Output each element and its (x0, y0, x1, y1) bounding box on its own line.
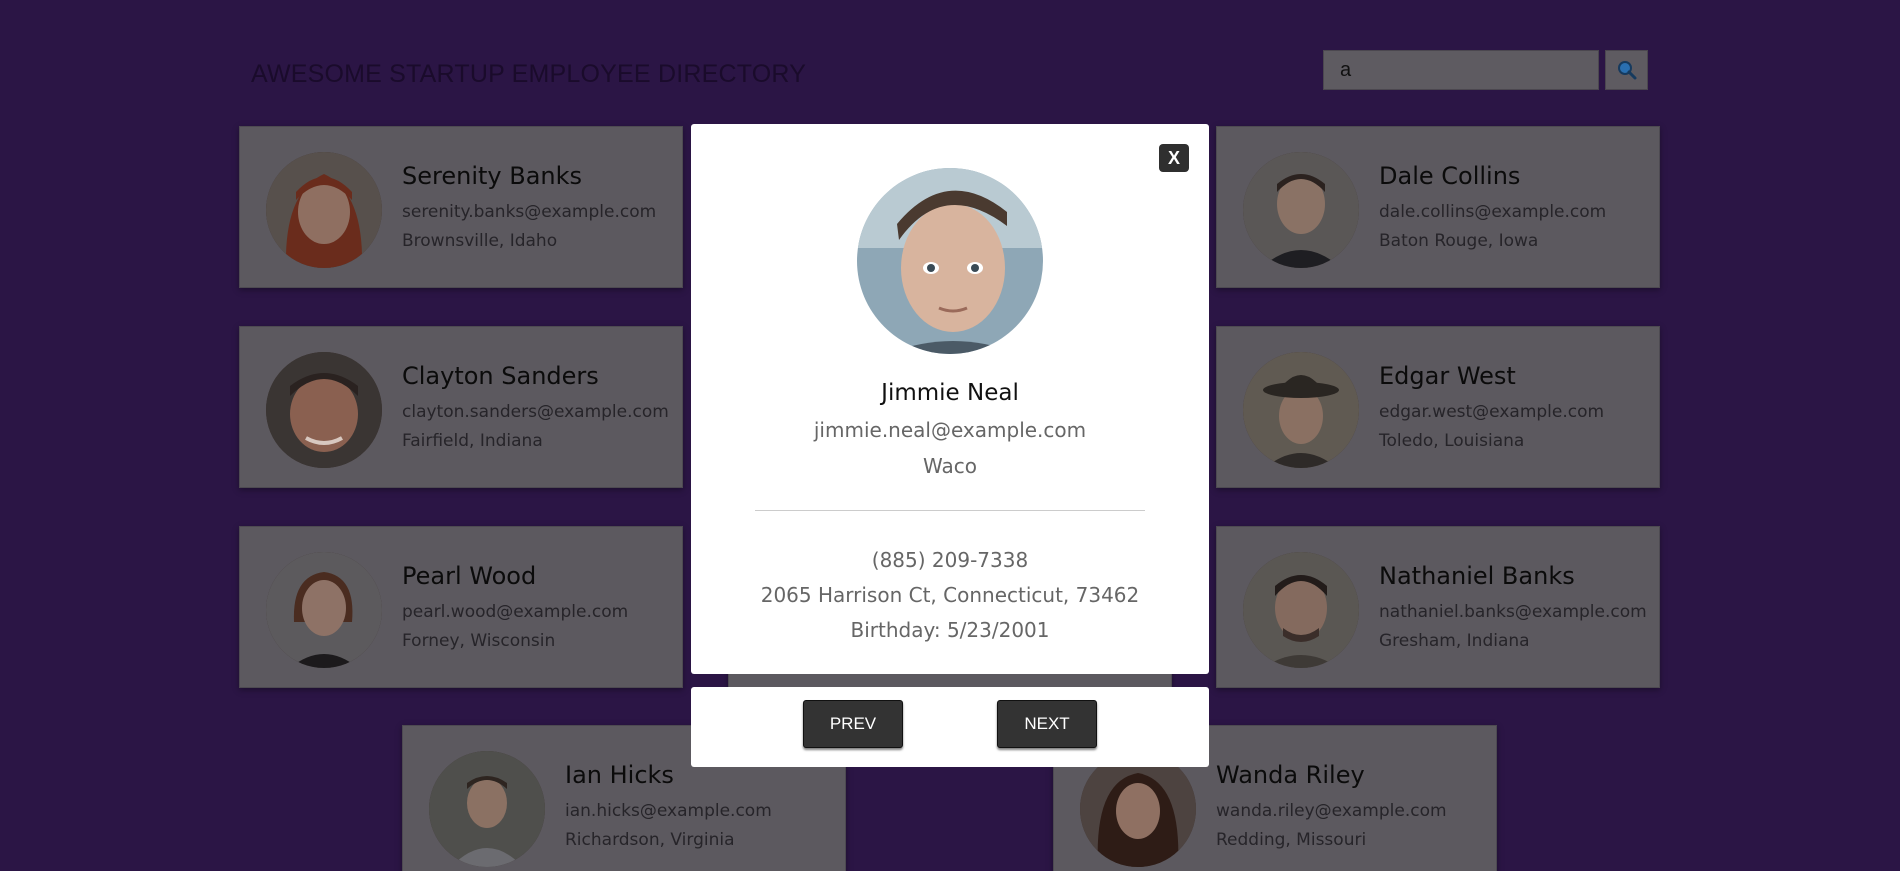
employee-card[interactable]: Serenity Banks serenity.banks@example.co… (239, 126, 683, 288)
employee-name: Clayton Sanders (402, 362, 599, 390)
employee-email: serenity.banks@example.com (402, 202, 657, 222)
avatar (1243, 152, 1359, 268)
modal-avatar (857, 168, 1043, 354)
employee-name: Nathaniel Banks (1379, 562, 1575, 590)
employee-directory-page: AWESOME STARTUP EMPLOYEE DIRECTORY Seren… (0, 0, 1900, 871)
avatar (266, 152, 382, 268)
employee-location: Fairfield, Indiana (402, 431, 543, 451)
employee-name: Edgar West (1379, 362, 1516, 390)
employee-name: Dale Collins (1379, 162, 1521, 190)
close-icon: X (1167, 147, 1180, 168)
employee-email: edgar.west@example.com (1379, 402, 1605, 422)
page-title: AWESOME STARTUP EMPLOYEE DIRECTORY (251, 60, 807, 88)
employee-card[interactable]: Edgar West edgar.west@example.com Toledo… (1216, 326, 1660, 488)
prev-button[interactable]: PREV (803, 700, 903, 748)
employee-location: Forney, Wisconsin (402, 631, 556, 651)
employee-name: Serenity Banks (402, 162, 583, 190)
search-input[interactable] (1323, 50, 1599, 90)
employee-email: wanda.riley@example.com (1216, 801, 1447, 821)
modal-navigation: PREV NEXT (691, 687, 1209, 767)
employee-email: pearl.wood@example.com (402, 602, 629, 622)
employee-email: dale.collins@example.com (1379, 202, 1607, 222)
employee-location: Redding, Missouri (1216, 830, 1367, 850)
employee-location: Toledo, Louisiana (1379, 431, 1525, 451)
employee-name: Wanda Riley (1216, 761, 1365, 789)
employee-card[interactable]: Pearl Wood pearl.wood@example.com Forney… (239, 526, 683, 688)
employee-email: ian.hicks@example.com (565, 801, 772, 821)
divider (755, 510, 1145, 511)
employee-card[interactable]: Nathaniel Banks nathaniel.banks@example.… (1216, 526, 1660, 688)
modal-employee-birthday: Birthday: 5/23/2001 (850, 618, 1050, 642)
search-button[interactable] (1605, 50, 1648, 90)
close-button[interactable]: X (1159, 144, 1189, 172)
avatar (1243, 552, 1359, 668)
modal-employee-phone: (885) 209-7338 (871, 548, 1029, 572)
employee-email: nathaniel.banks@example.com (1379, 602, 1647, 622)
employee-name: Ian Hicks (565, 761, 674, 789)
avatar (429, 751, 545, 867)
search-icon (1617, 61, 1636, 80)
employee-location: Richardson, Virginia (565, 830, 735, 850)
employee-card[interactable]: Clayton Sanders clayton.sanders@example.… (239, 326, 683, 488)
avatar (266, 552, 382, 668)
employee-card[interactable]: Dale Collins dale.collins@example.com Ba… (1216, 126, 1660, 288)
next-button[interactable]: NEXT (997, 700, 1097, 748)
modal-employee-city: Waco (923, 454, 977, 478)
modal-employee-email: jimmie.neal@example.com (813, 418, 1087, 442)
employee-name: Pearl Wood (402, 562, 537, 590)
employee-modal: X Jimmie Neal jimmie.neal@example.com Wa… (691, 124, 1209, 674)
avatar (1243, 352, 1359, 468)
modal-employee-address: 2065 Harrison Ct, Connecticut, 73462 (760, 583, 1140, 607)
employee-location: Brownsville, Idaho (402, 231, 558, 251)
employee-location: Baton Rouge, Iowa (1379, 231, 1539, 251)
modal-employee-name: Jimmie Neal (881, 380, 1019, 406)
avatar (266, 352, 382, 468)
employee-email: clayton.sanders@example.com (402, 402, 669, 422)
employee-location: Gresham, Indiana (1379, 631, 1530, 651)
avatar (1080, 751, 1196, 867)
